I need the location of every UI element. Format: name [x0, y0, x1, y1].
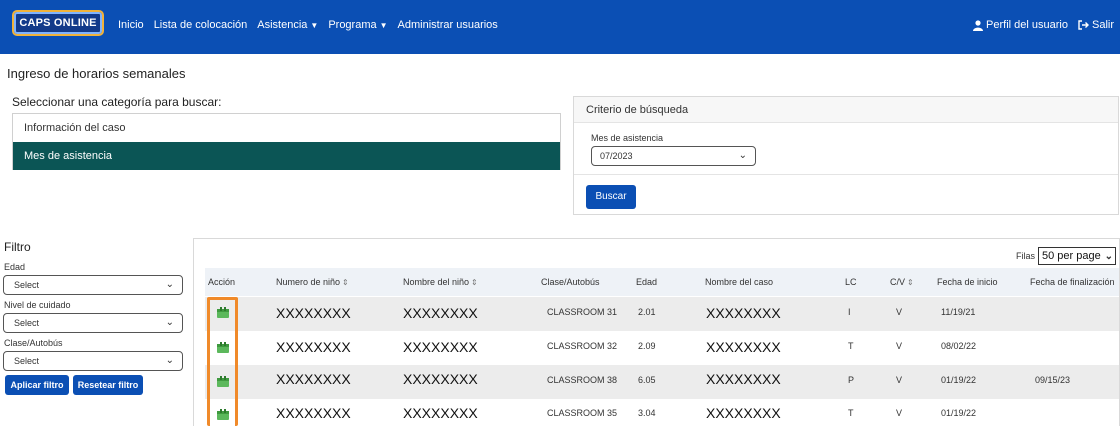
cell-inicio: 01/19/22 — [941, 408, 977, 418]
nav-programa[interactable]: Programa ▼ — [328, 19, 387, 31]
chevron-down-icon: ⌄ — [165, 279, 174, 290]
cell-nombre: XXXXXXXX — [403, 405, 478, 421]
cell-caso: XXXXXXXX — [706, 305, 781, 321]
cell-caso: XXXXXXXX — [706, 339, 781, 355]
cell-nombre: XXXXXXXX — [403, 371, 478, 387]
sort-icon: ⇕ — [471, 278, 478, 287]
cell-edad: 6.05 — [638, 375, 656, 385]
cell-clase: CLASSROOM 31 — [547, 307, 618, 317]
cell-edad: 2.09 — [638, 341, 656, 351]
nav-inicio[interactable]: Inicio — [118, 19, 144, 31]
criteria-title: Criterio de búsqueda — [574, 97, 1118, 123]
col-nombre[interactable]: Nombre del niño ⇕ — [403, 268, 478, 296]
sort-icon: ⇕ — [342, 278, 349, 287]
category-prompt: Seleccionar una categoría para buscar: — [12, 95, 222, 109]
sort-icon: ⇕ — [907, 278, 914, 287]
col-clase: Clase/Autobús — [541, 277, 600, 287]
col-lc: LC — [845, 277, 857, 287]
cell-inicio: 08/02/22 — [941, 341, 977, 351]
chevron-down-icon: ⌄ — [1104, 251, 1114, 262]
user-nav: Perfil del usuario Salir — [973, 19, 1114, 31]
profile-link[interactable]: Perfil del usuario — [973, 19, 1068, 31]
cell-numero: XXXXXXXX — [276, 405, 351, 421]
cell-clase: CLASSROOM 35 — [547, 408, 618, 418]
cell-nombre: XXXXXXXX — [403, 339, 478, 355]
cell-lc: T — [848, 341, 854, 351]
search-button[interactable]: Buscar — [586, 185, 636, 209]
cell-lc: P — [848, 375, 855, 385]
logout-link[interactable]: Salir — [1078, 19, 1114, 31]
cell-numero: XXXXXXXX — [276, 339, 351, 355]
caret-down-icon: ▼ — [379, 21, 388, 30]
col-cv[interactable]: C/V ⇕ — [890, 268, 914, 296]
sign-out-icon — [1078, 20, 1089, 30]
nav-asistencia[interactable]: Asistencia ▼ — [257, 19, 318, 31]
cell-edad: 2.01 — [638, 307, 656, 317]
col-edad: Edad — [636, 277, 658, 287]
month-select[interactable]: 07/2023 ⌄ — [591, 146, 756, 166]
cell-cv: V — [896, 307, 903, 317]
apply-filter-button[interactable]: Aplicar filtro — [5, 375, 69, 395]
col-accion: Acción — [208, 277, 236, 287]
cell-cv: V — [896, 375, 903, 385]
main-nav: Inicio Lista de colocación Asistencia ▼ P… — [118, 19, 498, 31]
clase-label: Clase/Autobús — [4, 338, 63, 348]
reset-filter-button[interactable]: Resetear filtro — [73, 375, 143, 395]
caret-down-icon: ▼ — [310, 21, 319, 30]
action-column-highlight — [207, 297, 238, 426]
cell-clase: CLASSROOM 38 — [547, 375, 618, 385]
cell-caso: XXXXXXXX — [706, 405, 781, 421]
divider — [574, 174, 1118, 175]
rows-per-page-select[interactable]: 50 per page ⌄ — [1038, 247, 1117, 265]
col-fin: Fecha de finalización — [1030, 277, 1115, 287]
top-nav-bar: CAPS ONLINE Inicio Lista de colocación A… — [0, 0, 1120, 54]
cell-lc: T — [848, 408, 854, 418]
nav-lista-de-colocacion[interactable]: Lista de colocación — [154, 19, 248, 31]
edad-select[interactable]: Select ⌄ — [3, 275, 183, 295]
filter-title: Filtro — [4, 240, 31, 254]
user-icon — [973, 19, 984, 31]
cell-clase: CLASSROOM 32 — [547, 341, 618, 351]
col-numero[interactable]: Numero de niño ⇕ — [276, 268, 349, 296]
cell-inicio: 11/19/21 — [941, 307, 976, 317]
page-title: Ingreso de horarios semanales — [7, 66, 186, 81]
chevron-down-icon: ⌄ — [165, 355, 174, 366]
cell-fin: 09/15/23 — [1035, 375, 1071, 385]
chevron-down-icon: ⌄ — [165, 317, 174, 328]
cell-edad: 3.04 — [638, 408, 656, 418]
cell-cv: V — [896, 408, 903, 418]
nav-administrar-usuarios[interactable]: Administrar usuarios — [398, 19, 498, 31]
cell-inicio: 01/19/22 — [941, 375, 977, 385]
cell-caso: XXXXXXXX — [706, 371, 781, 387]
search-category-list: Información del caso Mes de asistencia — [12, 113, 561, 170]
nivel-select[interactable]: Select ⌄ — [3, 313, 183, 333]
search-criteria-panel: Criterio de búsqueda Mes de asistencia 0… — [573, 96, 1119, 215]
month-label: Mes de asistencia — [591, 133, 664, 143]
clase-select[interactable]: Select ⌄ — [3, 351, 183, 371]
chevron-down-icon: ⌄ — [738, 150, 747, 161]
rows-per-page: Filas 50 per page ⌄ — [1016, 247, 1117, 265]
category-informacion-del-caso[interactable]: Información del caso — [13, 114, 560, 142]
cell-numero: XXXXXXXX — [276, 305, 351, 321]
cell-cv: V — [896, 341, 903, 351]
cell-lc: I — [848, 307, 851, 317]
category-mes-de-asistencia[interactable]: Mes de asistencia — [13, 142, 560, 170]
caps-online-logo[interactable]: CAPS ONLINE — [12, 10, 104, 36]
cell-nombre: XXXXXXXX — [403, 305, 478, 321]
cell-numero: XXXXXXXX — [276, 371, 351, 387]
col-inicio: Fecha de inicio — [937, 277, 998, 287]
nivel-label: Nivel de cuidado — [4, 300, 71, 310]
col-caso: Nombre del caso — [705, 277, 774, 287]
edad-label: Edad — [4, 262, 26, 272]
